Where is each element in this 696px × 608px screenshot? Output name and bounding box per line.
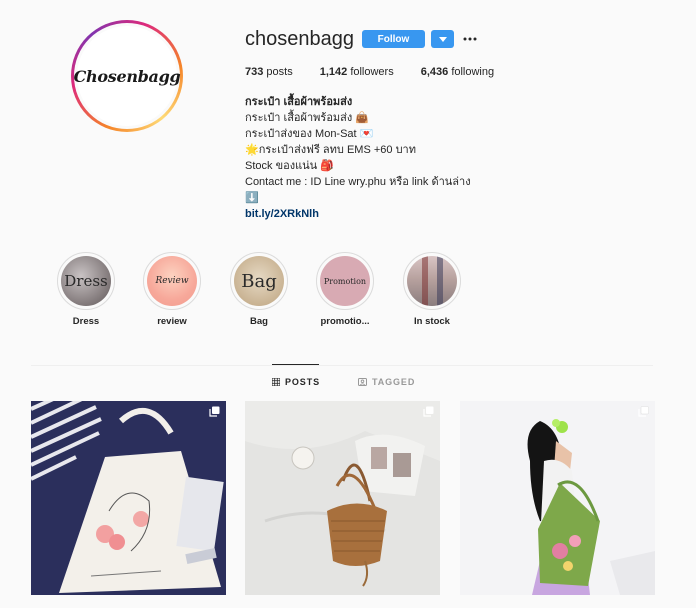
highlight-bag[interactable]: Bag Bag	[230, 252, 288, 327]
highlight-label: review	[157, 316, 187, 327]
suggestions-dropdown-button[interactable]	[431, 30, 454, 48]
post-image	[245, 401, 440, 595]
profile-avatar-ring[interactable]: Chosenbagg	[71, 20, 183, 132]
followers-stat[interactable]: 1,142 followers	[320, 66, 394, 78]
tab-tagged-label: TAGGED	[372, 377, 416, 387]
highlight-ring: Promotion	[316, 252, 374, 310]
posts-label: posts	[266, 66, 293, 78]
followers-count: 1,142	[319, 66, 348, 78]
more-icon	[463, 37, 477, 41]
highlight-cover: Dress	[61, 256, 111, 306]
highlight-promotion[interactable]: Promotion promotio...	[316, 252, 374, 327]
highlight-cover: Review	[147, 256, 197, 306]
post-thumbnail[interactable]	[31, 401, 226, 595]
profile-bio: กระเป๋า เสื้อผ้าพร้อมส่ง กระเป๋า เสื้อผ้…	[245, 94, 471, 222]
bio-line: กระเป๋าส่งของ Mon-Sat 💌	[245, 128, 374, 140]
highlight-ring	[403, 252, 461, 310]
posts-count: 733	[245, 66, 264, 78]
profile-avatar-frame: Chosenbagg	[74, 23, 181, 129]
following-label: following	[451, 66, 495, 78]
highlight-cover: Promotion	[320, 256, 370, 306]
avatar-text: Chosenbagg	[73, 66, 181, 86]
followers-label: followers	[350, 66, 394, 78]
bio-line: ⬇️	[245, 192, 259, 204]
highlight-ring: Review	[143, 252, 201, 310]
highlight-cover-text: Promotion	[323, 276, 367, 286]
tab-tagged[interactable]: TAGGED	[358, 377, 415, 387]
highlight-ring: Dress	[57, 252, 115, 310]
highlight-review[interactable]: Review review	[143, 252, 201, 327]
more-options-button[interactable]	[462, 30, 478, 48]
highlight-cover-text: Dress	[64, 272, 108, 290]
post-image	[460, 401, 655, 595]
bio-name: กระเป๋า เสื้อผ้าพร้อมส่ง	[245, 96, 353, 108]
following-stat[interactable]: 6,436 following	[421, 66, 494, 78]
tab-posts-label: POSTS	[285, 377, 321, 387]
highlight-label: promotio...	[320, 316, 370, 327]
post-thumbnail[interactable]	[245, 401, 440, 595]
tabs-divider	[31, 365, 653, 366]
caret-down-icon	[438, 36, 447, 42]
profile-stats: 733 posts 1,142 followers 6,436 followin…	[245, 66, 521, 78]
bio-line: กระเป๋า เสื้อผ้าพร้อมส่ง 👜	[245, 112, 370, 124]
highlight-label: Bag	[250, 316, 268, 327]
highlight-cover-text: Bag	[241, 270, 277, 292]
bio-line: 🌟กระเป๋าส่งฟรี ลทบ EMS +60 บาท	[245, 144, 416, 156]
highlight-dress[interactable]: Dress Dress	[57, 252, 115, 327]
multiple-images-icon	[423, 406, 434, 417]
highlight-in-stock[interactable]: In stock	[403, 252, 461, 327]
highlight-cover	[407, 256, 457, 306]
multiple-images-icon	[638, 406, 649, 417]
post-thumbnail[interactable]	[460, 401, 655, 595]
tab-posts[interactable]: POSTS	[272, 377, 320, 387]
active-tab-indicator	[272, 364, 319, 365]
bio-line: Stock ของแน่น 🎒	[245, 160, 334, 172]
highlight-ring: Bag	[230, 252, 288, 310]
bio-line: Contact me : ID Line wry.phu หรือ link ด…	[245, 176, 471, 188]
multiple-images-icon	[209, 406, 220, 417]
posts-stat: 733 posts	[245, 66, 293, 78]
highlight-cover-text: Review	[155, 276, 189, 286]
bio-link[interactable]: bit.ly/2XRkNlh	[245, 206, 471, 222]
highlight-cover: Bag	[234, 256, 284, 306]
tagged-icon	[358, 378, 367, 386]
grid-icon	[272, 378, 280, 386]
profile-avatar[interactable]: Chosenbagg	[74, 26, 181, 126]
follow-button[interactable]: Follow	[362, 30, 425, 48]
post-image	[31, 401, 226, 595]
username: chosenbagg	[245, 28, 354, 50]
highlight-label: Dress	[72, 316, 100, 327]
following-count: 6,436	[420, 66, 449, 78]
highlight-label: In stock	[414, 316, 450, 327]
